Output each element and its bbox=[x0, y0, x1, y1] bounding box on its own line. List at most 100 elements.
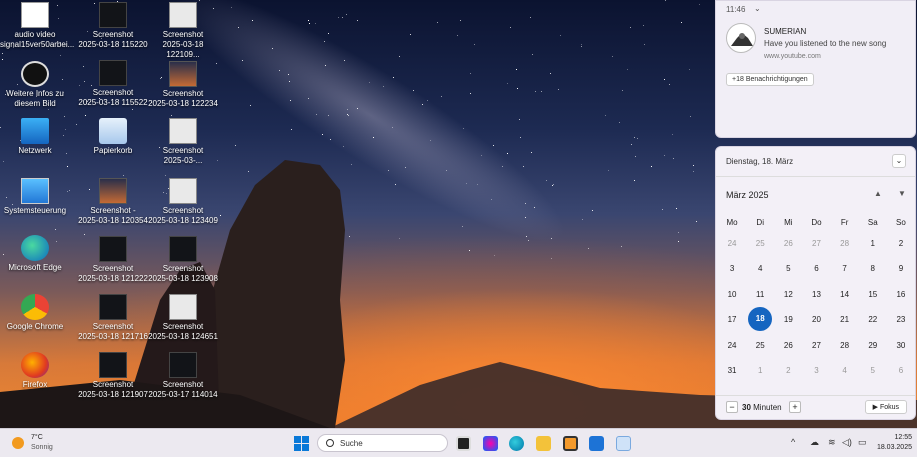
calendar-day-cell[interactable]: 4 bbox=[831, 358, 859, 383]
calendar-day-cell[interactable]: 25 bbox=[746, 333, 774, 358]
focus-button[interactable]: ▶ Fokus bbox=[864, 400, 907, 414]
calendar-month-label[interactable]: März 2025 bbox=[726, 190, 769, 200]
search-box[interactable]: Suche bbox=[317, 434, 448, 452]
calendar-day-cell[interactable]: 10 bbox=[718, 282, 746, 307]
desktop-icon[interactable]: Screenshot 2025-03-18 122234 bbox=[148, 61, 218, 109]
calendar-day-cell[interactable]: 5 bbox=[774, 256, 802, 281]
cloud-icon[interactable]: ☁ bbox=[810, 437, 819, 448]
calendar-day-cell[interactable]: 8 bbox=[859, 256, 887, 281]
calendar-day-cell[interactable]: 29 bbox=[859, 333, 887, 358]
calendar-day-cell[interactable]: 27 bbox=[802, 231, 830, 256]
system-clock[interactable]: 12:55 18.03.2025 bbox=[872, 433, 912, 453]
desktop-icon[interactable]: Papierkorb bbox=[78, 118, 148, 156]
clock-date: 18.03.2025 bbox=[876, 444, 912, 451]
volume-icon[interactable]: ◁) bbox=[842, 437, 852, 448]
chevron-down-icon[interactable]: ⌄ bbox=[754, 4, 761, 13]
calendar-day-cell[interactable]: 30 bbox=[887, 333, 915, 358]
calendar-day: 23 bbox=[896, 315, 906, 325]
calendar-day-cell[interactable]: 23 bbox=[887, 307, 915, 332]
desktop-icon[interactable]: Screenshot 2025-03-18 124651 bbox=[148, 294, 218, 342]
desktop-icon[interactable]: Screenshot 2025-03-18 122109... bbox=[148, 2, 218, 60]
chevron-down-icon[interactable]: ⌄ bbox=[892, 154, 906, 168]
calendar-day-cell[interactable]: 15 bbox=[859, 282, 887, 307]
calendar-day-cell[interactable]: 26 bbox=[774, 231, 802, 256]
desktop-icon-label: Screenshot 2025-03-18 123908 bbox=[148, 264, 218, 283]
edge-taskbar-icon[interactable] bbox=[509, 436, 524, 451]
calendar-day-cell[interactable]: 22 bbox=[859, 307, 887, 332]
task-view-icon[interactable] bbox=[456, 436, 471, 451]
next-month-icon[interactable]: ▼ bbox=[898, 189, 906, 198]
calendar-day-cell[interactable]: 1 bbox=[859, 231, 887, 256]
calendar-day-cell[interactable]: 24 bbox=[718, 333, 746, 358]
desktop-icon[interactable]: Microsoft Edge bbox=[0, 235, 70, 273]
calendar-day-cell[interactable]: 24 bbox=[718, 231, 746, 256]
snipping-tool-icon[interactable] bbox=[616, 436, 631, 451]
calendar-day-cell[interactable]: 13 bbox=[802, 282, 830, 307]
calendar-day-cell[interactable]: 18 bbox=[746, 307, 774, 332]
notification-message[interactable]: Have you listened to the new song bbox=[764, 39, 886, 48]
desktop-icon[interactable]: Screenshot 2025-03-... bbox=[148, 118, 218, 166]
calendar-day: 26 bbox=[783, 239, 793, 248]
more-notifications-button[interactable]: +18 Benachrichtigungen bbox=[726, 73, 814, 86]
media-player-icon[interactable] bbox=[563, 436, 578, 451]
calendar-day-cell[interactable]: 6 bbox=[802, 256, 830, 281]
wifi-icon[interactable]: ≋ bbox=[828, 437, 836, 448]
calendar-day-cell[interactable]: 3 bbox=[718, 256, 746, 281]
calendar-day-cell[interactable]: 21 bbox=[831, 307, 859, 332]
desktop-icon[interactable]: Netzwerk bbox=[0, 118, 70, 156]
file-explorer-icon[interactable] bbox=[536, 436, 551, 451]
calendar-day-cell[interactable]: 25 bbox=[746, 231, 774, 256]
calendar-day-cell[interactable]: 7 bbox=[831, 256, 859, 281]
copilot-icon[interactable] bbox=[483, 436, 498, 451]
calendar-day-cell[interactable]: 28 bbox=[831, 231, 859, 256]
desktop-icon[interactable]: Screenshot 2025-03-18 121222 bbox=[78, 236, 148, 284]
calendar-day-cell[interactable]: 26 bbox=[774, 333, 802, 358]
calendar-day: 25 bbox=[755, 340, 765, 350]
screenshot-file-icon bbox=[99, 352, 127, 378]
desktop-icon[interactable]: Systemsteuerung bbox=[0, 178, 70, 216]
desktop-icon[interactable]: Screenshot 2025-03-18 115522 bbox=[78, 60, 148, 108]
calendar-day-cell[interactable]: 4 bbox=[746, 256, 774, 281]
desktop-icon[interactable]: Screenshot - 2025-03-18 120354 bbox=[78, 178, 148, 226]
calendar-day-cell[interactable]: 11 bbox=[746, 282, 774, 307]
calendar-day-cell[interactable]: 1 bbox=[746, 358, 774, 383]
calendar-day-cell[interactable]: 5 bbox=[859, 358, 887, 383]
calendar-day-cell[interactable]: 14 bbox=[831, 282, 859, 307]
store-icon[interactable] bbox=[589, 436, 604, 451]
calendar-day-cell[interactable]: 6 bbox=[887, 358, 915, 383]
calendar-day-cell[interactable]: 31 bbox=[718, 358, 746, 383]
calendar-day-cell[interactable]: 2 bbox=[887, 231, 915, 256]
calendar-date-label: Dienstag, 18. März bbox=[726, 157, 794, 166]
desktop-icon[interactable]: Screenshot 2025-03-18 121907 bbox=[78, 352, 148, 400]
calendar-day-cell[interactable]: 9 bbox=[887, 256, 915, 281]
screenshot-file-icon bbox=[169, 178, 197, 204]
calendar-day: 19 bbox=[783, 315, 793, 325]
desktop-icon[interactable]: Firefox bbox=[0, 352, 70, 390]
plus-icon[interactable]: + bbox=[789, 401, 801, 413]
desktop-icon[interactable]: Screenshot 2025-03-17 114014 bbox=[148, 352, 218, 400]
minus-icon[interactable]: − bbox=[726, 401, 738, 413]
desktop-icon[interactable]: Screenshot 2025-03-18 123908 bbox=[148, 236, 218, 284]
desktop-icon[interactable]: Screenshot 2025-03-18 123409 bbox=[148, 178, 218, 226]
calendar-day-cell[interactable]: 19 bbox=[774, 307, 802, 332]
chevron-up-icon[interactable]: ^ bbox=[791, 437, 795, 447]
calendar-header: Dienstag, 18. März ⌄ bbox=[716, 147, 915, 177]
calendar-day-cell[interactable]: 17 bbox=[718, 307, 746, 332]
desktop-icon[interactable]: Screenshot 2025-03-18 115220 bbox=[78, 2, 148, 50]
desktop-icon[interactable]: Screenshot 2025-03-18 121716 bbox=[78, 294, 148, 342]
calendar-day-cell[interactable]: 2 bbox=[774, 358, 802, 383]
desktop-icon[interactable]: Google Chrome bbox=[0, 294, 70, 332]
battery-icon[interactable]: ▭ bbox=[858, 437, 867, 448]
weekday-label: Mi bbox=[784, 218, 793, 227]
desktop-icon[interactable]: audio video signal15ver50arbei... bbox=[0, 2, 74, 50]
calendar-day-cell[interactable]: 3 bbox=[802, 358, 830, 383]
calendar-day-cell[interactable]: 20 bbox=[802, 307, 830, 332]
focus-button-label: Fokus bbox=[879, 404, 899, 411]
calendar-day-cell[interactable]: 12 bbox=[774, 282, 802, 307]
calendar-day-cell[interactable]: 27 bbox=[802, 333, 830, 358]
calendar-day-cell[interactable]: 28 bbox=[831, 333, 859, 358]
previous-month-icon[interactable]: ▲ bbox=[874, 189, 882, 198]
windows-start-icon[interactable] bbox=[294, 436, 309, 451]
desktop-icon[interactable]: Weitere Infos zu diesem Bild bbox=[0, 61, 70, 109]
calendar-day-cell[interactable]: 16 bbox=[887, 282, 915, 307]
